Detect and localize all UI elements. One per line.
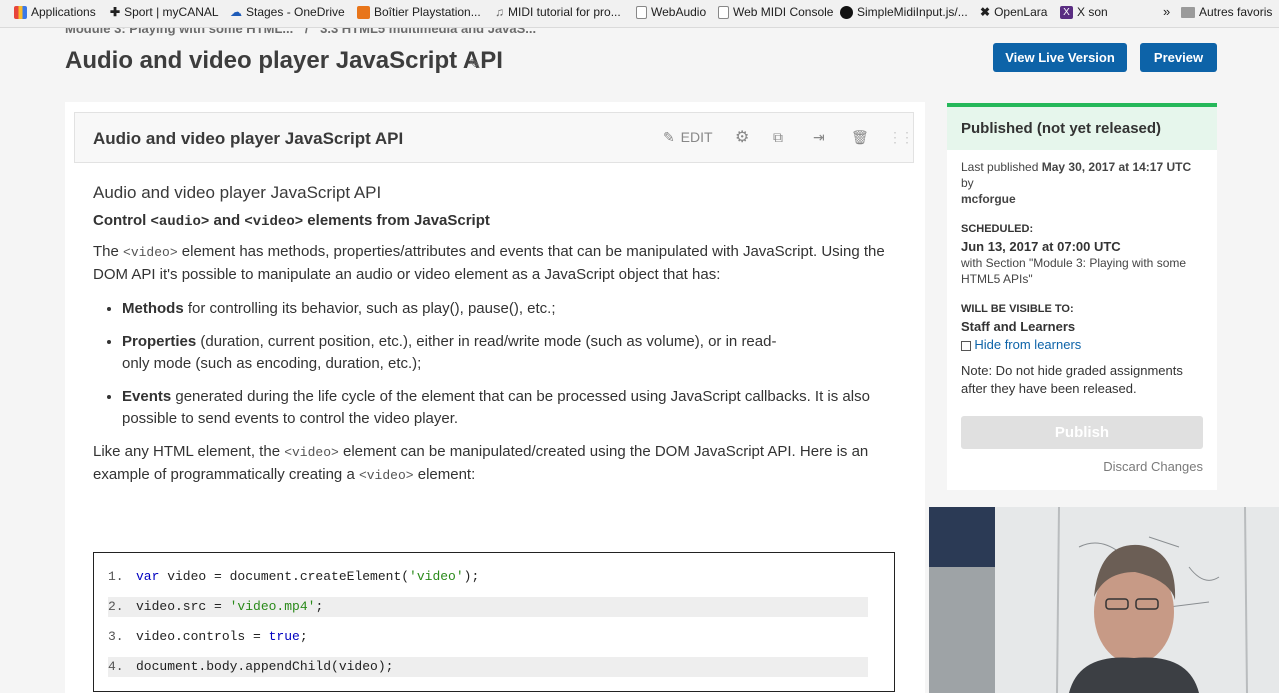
pencil-icon: ✎	[663, 129, 675, 145]
drag-handle-icon[interactable]: ⋮⋮	[888, 129, 914, 146]
bookmark-mycanal[interactable]: ✚ Sport | myCANAL	[110, 5, 219, 19]
last-published-info: Last published May 30, 2017 at 14:17 UTC…	[961, 160, 1192, 206]
webcam-video-overlay	[929, 507, 1279, 693]
intro-paragraph: The <video> element has methods, propert…	[93, 243, 885, 283]
discard-changes-link[interactable]: Discard Changes	[1103, 459, 1203, 474]
bookmark-midi-tutorial[interactable]: ♫ MIDI tutorial for pro...	[495, 5, 621, 19]
presenter-video-frame	[929, 507, 1279, 693]
bookmark-playstation[interactable]: Boîtier Playstation...	[357, 5, 481, 19]
breadcrumb-section[interactable]: Module 3: Playing with some HTML...	[65, 28, 293, 36]
cloud-icon: ☁	[230, 5, 242, 19]
content-heading: Audio and video player JavaScript API	[93, 183, 382, 202]
code-line: 2. video.src = 'video.mp4';	[108, 597, 868, 617]
code-block: 1. var video = document.createElement('vi…	[93, 552, 895, 692]
bookmark-applications[interactable]: Applications	[14, 5, 96, 19]
bookmarks-bar: Applications ✚ Sport | myCANAL ☁ Stages …	[0, 0, 1279, 28]
content-subheading: Control <audio> and <video> elements fro…	[93, 212, 490, 230]
scheduled-label: SCHEDULED:	[961, 223, 1034, 235]
edit-title-pencil-icon[interactable]: ✎	[469, 56, 481, 73]
component-title: Audio and video player JavaScript API	[93, 129, 404, 148]
plus-icon: ✚	[110, 5, 121, 19]
bookmark-openlara[interactable]: ✖ OpenLara	[980, 5, 1047, 19]
list-item: Properties (duration, current position, …	[122, 331, 893, 375]
breadcrumb-subsection[interactable]: 3.3 HTML5 multimedia and JavaS...	[320, 28, 536, 36]
visibility-value: Staff and Learners	[961, 319, 1076, 334]
visibility-note: Note: Do not hide graded assignments aft…	[961, 363, 1183, 396]
breadcrumb-separator: /	[304, 28, 309, 36]
move-icon[interactable]: ⇥	[813, 129, 825, 146]
folder-icon	[1181, 6, 1195, 18]
duplicate-icon[interactable]: ⧉	[773, 129, 783, 146]
component-content: Audio and video player JavaScript API Co…	[93, 182, 893, 499]
feature-list: Methods for controlling its behavior, su…	[93, 298, 893, 430]
bookmark-x-son[interactable]: X X son	[1060, 5, 1108, 19]
lara-icon: ✖	[980, 5, 991, 19]
github-icon	[840, 5, 853, 19]
component-header: Audio and video player JavaScript API ✎ …	[74, 112, 914, 163]
piano-icon: ♫	[495, 5, 504, 19]
bookmark-simplemidiinput[interactable]: SimpleMidiInput.js/...	[840, 5, 968, 19]
apps-grid-icon	[14, 5, 27, 19]
breadcrumb: Module 3: Playing with some HTML... / 3.…	[65, 28, 536, 36]
bookmark-folder-other[interactable]: Autres favoris	[1181, 5, 1272, 19]
x-icon: X	[1060, 5, 1073, 19]
store-icon	[357, 5, 370, 19]
page-title: Audio and video player JavaScript API	[65, 47, 503, 74]
page-icon	[718, 5, 729, 19]
list-item: Methods for controlling its behavior, su…	[122, 298, 893, 320]
visibility-label: WILL BE VISIBLE TO:	[961, 303, 1074, 315]
code-line: 3. video.controls = true;	[108, 629, 308, 644]
checkbox[interactable]	[961, 340, 971, 351]
page-icon	[636, 5, 647, 19]
code-line: 1. var video = document.createElement('vi…	[108, 569, 480, 584]
bookmarks-overflow-chevron[interactable]: »	[1163, 4, 1170, 19]
scheduled-note: with Section "Module 3: Playing with som…	[961, 256, 1187, 286]
hide-from-learners-toggle[interactable]: Hide from learners	[961, 337, 1203, 353]
bookmark-webaudio[interactable]: WebAudio	[636, 5, 706, 19]
publish-button[interactable]: Publish	[961, 416, 1203, 449]
publish-status-title: Published (not yet released)	[947, 107, 1217, 150]
unit-editor: Audio and video player JavaScript API ✎ …	[65, 102, 925, 693]
settings-gear-icon[interactable]: ⚙	[735, 127, 749, 147]
bookmark-onedrive[interactable]: ☁ Stages - OneDrive	[230, 5, 345, 19]
scheduled-date: Jun 13, 2017 at 07:00 UTC	[961, 239, 1121, 254]
view-live-version-button[interactable]: View Live Version	[993, 43, 1127, 72]
preview-button[interactable]: Preview	[1140, 43, 1217, 72]
list-item: Events generated during the life cycle o…	[122, 386, 893, 430]
bookmark-web-midi-console[interactable]: Web MIDI Console	[718, 5, 833, 19]
edit-button[interactable]: ✎ EDIT	[663, 129, 713, 146]
delete-trash-icon[interactable]: 🗑	[851, 129, 869, 146]
publish-status-panel: Published (not yet released) Last publis…	[947, 103, 1217, 490]
example-paragraph: Like any HTML element, the <video> eleme…	[93, 443, 869, 483]
code-line: 4. document.body.appendChild(video);	[108, 657, 868, 677]
